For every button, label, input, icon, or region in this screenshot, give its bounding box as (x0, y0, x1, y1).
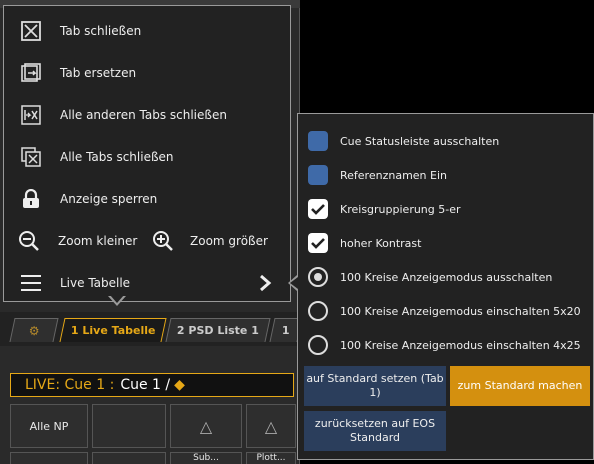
menu-item-label: Anzeige sperren (60, 192, 158, 206)
cue-diamond: ◆ (174, 377, 185, 393)
cue-prefix: LIVE: Cue 1 : (25, 377, 115, 393)
checkmark-icon (311, 204, 325, 215)
menu-item-label: Alle anderen Tabs schließen (60, 108, 227, 122)
option-reference-names-on[interactable]: Referenznamen Ein (298, 158, 593, 192)
menu-pointer-inner (110, 295, 124, 303)
chevron-right-icon (254, 272, 276, 294)
zoom-in-icon[interactable] (152, 230, 174, 252)
radio-unselected[interactable] (308, 301, 328, 321)
menu-item-label: Alle Tabs schließen (60, 150, 174, 164)
checkbox-unchecked[interactable] (308, 165, 328, 185)
zoom-out-icon[interactable] (18, 230, 40, 252)
tab-label: 1 Live Tabelle (70, 324, 156, 337)
zoom-out-button[interactable]: Zoom kleiner (58, 234, 137, 248)
tab-context-menu: Tab schließen Tab ersetzen Alle anderen … (3, 5, 291, 302)
menu-item-label: Tab ersetzen (60, 66, 137, 80)
option-label: Kreisgruppierung 5-er (340, 202, 461, 216)
option-channel-grouping-5[interactable]: Kreisgruppierung 5-er (298, 192, 593, 226)
checkmark-icon (311, 238, 325, 249)
grid-button-plot[interactable]: Plott... (246, 452, 296, 464)
option-label: 100 Kreise Anzeigemodus einschalten 4x25 (340, 338, 581, 352)
tab-live-table[interactable]: 1 Live Tabelle (59, 318, 167, 342)
close-others-icon (20, 104, 42, 126)
grid-button[interactable] (92, 452, 166, 464)
hamburger-icon (20, 272, 42, 294)
cue-name: Cue 1 / (120, 377, 171, 393)
grid-button-triangle[interactable]: △ (246, 404, 296, 448)
tab-settings[interactable]: ⚙ (9, 318, 59, 342)
option-label: hoher Kontrast (340, 236, 422, 250)
menu-item-label: Live Tabelle (60, 276, 131, 290)
menu-item-label: Tab schließen (60, 24, 142, 38)
menu-item-live-table[interactable]: Live Tabelle (4, 263, 290, 303)
grid-button-sub[interactable]: Sub... (170, 452, 242, 464)
replace-icon (20, 62, 42, 84)
option-label: 100 Kreise Anzeigemodus einschalten 5x20 (340, 304, 581, 318)
radio-selected[interactable] (308, 267, 328, 287)
close-box-icon (20, 20, 42, 42)
tab-psd-list[interactable]: 2 PSD Liste 1 (165, 318, 271, 342)
grid-button-all-np[interactable]: Alle NP (10, 404, 88, 448)
menu-item-zoom-row: Zoom kleiner Zoom größer (4, 221, 290, 261)
grid-button-triangle[interactable]: △ (170, 404, 242, 448)
reset-to-eos-default-button[interactable]: zurücksetzen auf EOS Standard (304, 411, 446, 451)
checkbox-checked[interactable] (308, 199, 328, 219)
tab-label: 1 (282, 324, 290, 337)
option-100-channels-off[interactable]: 100 Kreise Anzeigemodus ausschalten (298, 260, 593, 294)
checkbox-checked[interactable] (308, 233, 328, 253)
menu-item-replace-tab[interactable]: Tab ersetzen (4, 53, 290, 93)
option-100-channels-4x25[interactable]: 100 Kreise Anzeigemodus einschalten 4x25 (298, 328, 593, 362)
submenu-pointer-inner (290, 277, 298, 289)
lock-icon (20, 188, 42, 210)
menu-item-lock-display[interactable]: Anzeige sperren (4, 179, 290, 219)
menu-item-close-other-tabs[interactable]: Alle anderen Tabs schließen (4, 95, 290, 135)
grid-button[interactable] (10, 452, 88, 464)
menu-item-close-tab[interactable]: Tab schließen (4, 11, 290, 51)
tab-label: 2 PSD Liste 1 (176, 324, 259, 337)
cue-status-bar: LIVE: Cue 1 : Cue 1 / ◆ (10, 373, 294, 397)
checkbox-unchecked[interactable] (308, 131, 328, 151)
option-label: Referenznamen Ein (340, 168, 447, 182)
option-100-channels-5x20[interactable]: 100 Kreise Anzeigemodus einschalten 5x20 (298, 294, 593, 328)
menu-item-close-all-tabs[interactable]: Alle Tabs schließen (4, 137, 290, 177)
gear-icon: ⚙ (28, 323, 40, 338)
option-cue-status-bar-off[interactable]: Cue Statusleiste ausschalten (298, 124, 593, 158)
grid-button[interactable] (92, 404, 166, 448)
make-default-button[interactable]: zum Standard machen (450, 366, 590, 406)
radio-unselected[interactable] (308, 335, 328, 355)
set-to-default-button[interactable]: auf Standard setzen (Tab 1) (304, 366, 446, 406)
zoom-in-button[interactable]: Zoom größer (190, 234, 268, 248)
live-table-submenu: Cue Statusleiste ausschalten Referenznam… (297, 113, 594, 460)
option-label: 100 Kreise Anzeigemodus ausschalten (340, 270, 553, 284)
close-all-icon (20, 146, 42, 168)
option-label: Cue Statusleiste ausschalten (340, 134, 500, 148)
option-high-contrast[interactable]: hoher Kontrast (298, 226, 593, 260)
